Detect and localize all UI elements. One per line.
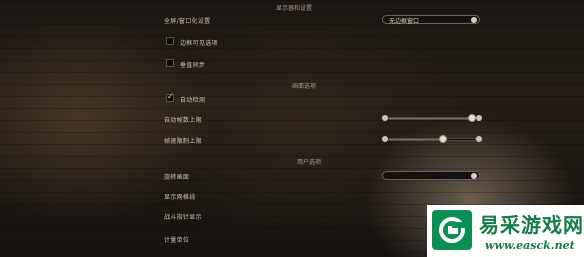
section-header-display: 显示器和设置 [276,5,313,12]
slider-max-icon [476,115,482,121]
watermark: 易采游戏网 www.easck.net [427,205,584,257]
slider-thumb[interactable] [439,135,448,143]
watermark-logo-icon [432,210,472,250]
language-label: 旋转画面 [164,174,190,181]
chevron-down-icon [471,17,477,23]
row-a-label: 显示网格线 [164,194,196,201]
watermark-chinese: 易采游戏网 [479,213,584,237]
auto-detect-label: 自动检测 [180,97,206,104]
checkmark-icon: ✓ [167,92,174,101]
frame-limit-slider[interactable] [382,114,482,123]
fullscreen-label: 全屏/窗口化设置 [164,18,211,25]
slider-max-icon [476,136,482,142]
pause-label: 边框可见选项 [180,40,218,47]
watermark-url: www.easck.net [485,239,575,252]
language-dropdown[interactable] [382,171,480,180]
chevron-down-icon [471,173,477,179]
row-b-label: 战斗指针显示 [164,214,202,221]
slider-thumb[interactable] [467,114,476,122]
frame-limit-label: 自动帧数上限 [164,117,202,124]
slider-fill [389,118,471,119]
slider-track [388,117,476,120]
auto-detect-checkbox[interactable]: ✓ [166,92,174,102]
slider-track [388,138,476,141]
section-header-engine: 画面选项 [292,83,317,90]
fps-limit-label: 帧速限制上限 [164,138,202,145]
pause-checkbox[interactable] [166,37,174,45]
vsync-label: 垂直同步 [180,62,206,69]
row-c-label: 计量单位 [164,237,190,244]
vsync-checkbox[interactable] [166,59,174,67]
fullscreen-dropdown-value: 无边框窗口 [389,18,420,25]
fps-limit-slider[interactable] [382,135,482,144]
slider-fill [389,139,444,140]
section-header-user: 用户选项 [297,159,322,166]
fullscreen-dropdown[interactable]: 无边框窗口 [382,15,480,25]
